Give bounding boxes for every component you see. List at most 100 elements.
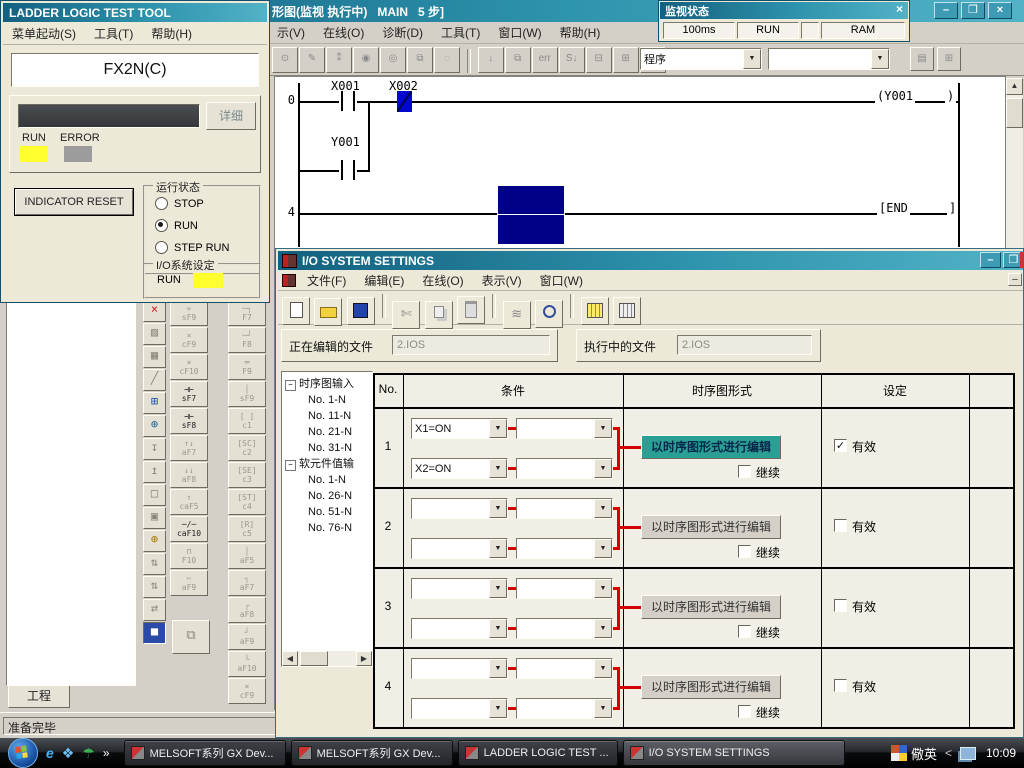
chevron-down-icon[interactable]	[871, 49, 889, 69]
chevron-down-icon[interactable]	[594, 539, 612, 558]
chevron-down-icon[interactable]	[743, 49, 761, 69]
scroll-left-icon[interactable]: ◀	[282, 651, 298, 666]
gx-toolbar-icon[interactable]: ⧉	[407, 47, 433, 73]
condition1-combo[interactable]: X1=ON	[411, 418, 508, 439]
radio-stop[interactable]: STOP	[155, 197, 204, 210]
tree-leaf-item[interactable]: No. 31-N	[282, 440, 372, 456]
ladder-symbol-button[interactable]: ✳ sF9	[170, 300, 208, 326]
scroll-right-icon[interactable]: ▶	[356, 651, 372, 666]
modify-icon[interactable]: ≋	[503, 301, 531, 329]
gx-toolbar-icon[interactable]: ◎	[380, 47, 406, 73]
cut-icon[interactable]: ✄	[392, 301, 420, 329]
ladder-symbol-button[interactable]: ↑ caF5	[170, 489, 208, 515]
chevron-down-icon[interactable]	[489, 579, 507, 598]
ladder-tool-menu-item[interactable]: 菜单起动(S)	[3, 25, 85, 42]
chevron-down-icon[interactable]	[594, 579, 612, 598]
tree-hscrollbar[interactable]: ◀ ▶	[282, 651, 372, 666]
edit-as-chart-button[interactable]: 以时序图形式进行编辑	[641, 515, 781, 539]
ladder-symbol-button[interactable]: ─┐ F7	[228, 300, 266, 326]
indicator-reset-button[interactable]: INDICATOR RESET	[15, 189, 133, 215]
browser-icon[interactable]: e	[46, 745, 54, 761]
tree-leaf-item[interactable]: No. 11-N	[282, 408, 372, 424]
ladder-symbol-button[interactable]: │ aF5	[228, 543, 266, 569]
continue-checkbox[interactable]	[738, 625, 751, 638]
gx-menu-item[interactable]: 在线(O)	[314, 24, 373, 41]
ladder-extra-button[interactable]: ⧉	[172, 620, 210, 654]
gx-monitor-toolbar-icon[interactable]: ⊞	[613, 47, 639, 73]
ladder-symbol-button[interactable]: ┐ aF7	[228, 570, 266, 596]
paste-icon[interactable]	[457, 296, 485, 324]
condition1b-combo[interactable]	[516, 418, 613, 439]
ladder-symbol-button[interactable]: [R] c5	[228, 516, 266, 542]
io-menu-item[interactable]: 文件(F)	[298, 272, 355, 289]
condition2b-combo[interactable]	[516, 618, 613, 639]
ladder-symbol-button[interactable]: [SE] c3	[228, 462, 266, 488]
io-menu-item[interactable]: 窗口(W)	[531, 272, 592, 289]
collapse-icon[interactable]: −	[285, 460, 296, 471]
gx-toolbar-icon[interactable]: ✎	[299, 47, 325, 73]
condition1-combo[interactable]	[411, 658, 508, 679]
chevron-down-icon[interactable]	[594, 619, 612, 638]
condition2-combo[interactable]	[411, 618, 508, 639]
start-button[interactable]	[8, 738, 38, 768]
condition2b-combo[interactable]	[516, 458, 613, 479]
condition1-combo[interactable]	[411, 498, 508, 519]
table-gray-icon[interactable]	[613, 297, 641, 325]
io-menu-item[interactable]: 在线(O)	[413, 272, 472, 289]
gx-menu-item[interactable]: 帮助(H)	[551, 24, 610, 41]
network-icon[interactable]	[960, 747, 976, 760]
chevron-down-icon[interactable]	[489, 539, 507, 558]
coil-y001[interactable]: (Y001	[875, 89, 915, 103]
tree-leaf-item[interactable]: No. 1-N	[282, 472, 372, 488]
scroll-up-icon[interactable]: ▲	[1006, 78, 1023, 95]
radio-icon[interactable]	[155, 219, 168, 232]
chevron-down-icon[interactable]	[594, 699, 612, 718]
valid-checkbox[interactable]	[834, 679, 847, 692]
gx-monitor-toolbar-icon[interactable]: ⧉	[505, 47, 531, 73]
continue-checkbox[interactable]	[738, 705, 751, 718]
chevron-down-icon[interactable]	[594, 419, 612, 438]
gx-menu-item[interactable]: 诊断(D)	[373, 24, 432, 41]
io-close-sliver[interactable]	[1020, 252, 1024, 268]
toolbox-icon-button[interactable]: ▣	[143, 507, 166, 529]
gx-restore-button[interactable]: ❐	[961, 2, 985, 19]
taskbar-task-io-settings[interactable]: I/O SYSTEM SETTINGS	[623, 740, 845, 766]
ladder-symbol-button[interactable]: [ST] c4	[228, 489, 266, 515]
ladder-symbol-button[interactable]: ✄ aF9	[170, 570, 208, 596]
condition2b-combo[interactable]	[516, 698, 613, 719]
ladder-symbol-button[interactable]: ─/─ caF10	[170, 516, 208, 542]
condition2b-combo[interactable]	[516, 538, 613, 559]
chevron-down-icon[interactable]	[489, 699, 507, 718]
ladder-tool-menu-item[interactable]: 帮助(H)	[142, 25, 201, 42]
tree-leaf-item[interactable]: No. 21-N	[282, 424, 372, 440]
gx-monitor-toolbar-icon[interactable]: S↓	[559, 47, 585, 73]
tray-collapse-chevron[interactable]: <	[945, 746, 952, 760]
search-icon[interactable]	[535, 300, 563, 328]
gx-page-icon[interactable]: ▤	[910, 47, 934, 71]
edit-as-chart-button[interactable]: 以时序图形式进行编辑	[641, 435, 781, 459]
scrollbar-thumb[interactable]	[300, 651, 328, 666]
gx-menu-item[interactable]: 窗口(W)	[489, 24, 550, 41]
tree-leaf-item[interactable]: No. 51-N	[282, 504, 372, 520]
taskbar-task-gx2[interactable]: MELSOFT系列 GX Dev...	[291, 740, 453, 766]
toolbox-icon-button[interactable]: ↧	[143, 438, 166, 460]
tree-group[interactable]: −软元件值输	[282, 456, 372, 472]
contact-y001[interactable]	[339, 160, 357, 180]
io-menu-item[interactable]: 编辑(E)	[355, 272, 413, 289]
tree-group[interactable]: −时序图输入	[282, 376, 372, 392]
toolbox-icon-button[interactable]: ▨	[143, 323, 166, 345]
condition2-combo[interactable]	[411, 698, 508, 719]
chevron-down-icon[interactable]	[594, 459, 612, 478]
radio-icon[interactable]	[155, 197, 168, 210]
program-type-combo[interactable]: 程序	[640, 48, 762, 70]
ladder-symbol-button[interactable]: ┘ aF9	[228, 624, 266, 650]
antivirus-umbrella-icon[interactable]: ☂	[82, 745, 95, 762]
gx-close-button[interactable]: ×	[988, 2, 1012, 19]
toolbox-icon-button[interactable]: ╱	[143, 369, 166, 391]
gx-toolbar-icon[interactable]: ◌	[434, 47, 460, 73]
ladder-symbol-button[interactable]: ═ F9	[228, 354, 266, 380]
tree-leaf-item[interactable]: No. 1-N	[282, 392, 372, 408]
gx-menu-item[interactable]: 示(V)	[268, 24, 314, 41]
chevron-down-icon[interactable]	[594, 659, 612, 678]
toolbox-icon-button[interactable]: ⊞	[143, 392, 166, 414]
